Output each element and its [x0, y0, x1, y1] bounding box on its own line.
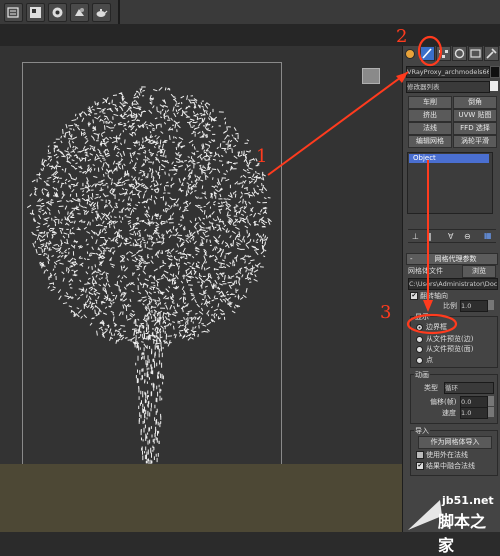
annotation-overlay — [267, 35, 458, 335]
annotation-arrow-1 — [267, 71, 409, 176]
annotation-arrowhead-1 — [396, 72, 408, 83]
annotation-circle-modify-tab — [417, 35, 443, 67]
annotation-number-2: 2 — [396, 26, 408, 47]
watermark-name: 脚本之家 — [438, 512, 487, 555]
annotation-arrowhead-3 — [423, 300, 433, 312]
annotation-number-1: 1 — [256, 146, 268, 167]
watermark-site: jb51.net — [442, 494, 494, 507]
annotation-number-3: 3 — [380, 302, 392, 323]
annotation-circle-bounding-box — [406, 313, 458, 335]
